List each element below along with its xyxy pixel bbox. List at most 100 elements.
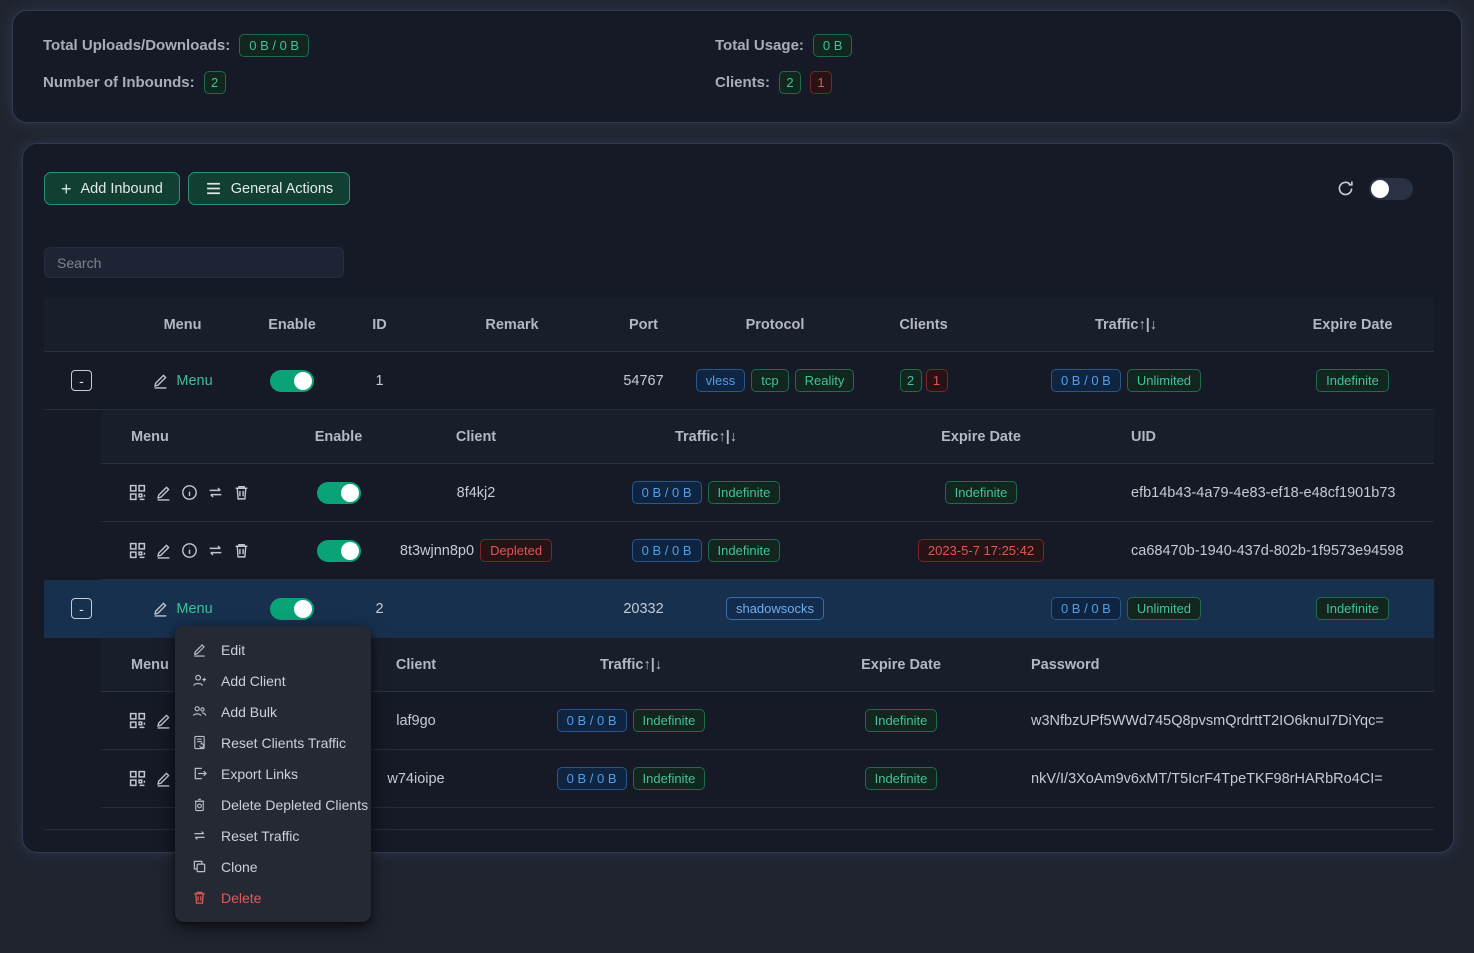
info-icon[interactable] [181, 542, 198, 559]
col-expand [44, 298, 119, 351]
inbound-port: 54767 [603, 352, 684, 409]
inbound-expire-badge: Indefinite [1316, 369, 1389, 392]
col-header-client-expire: Expire Date [846, 410, 1116, 463]
inbounds-page: Total Uploads/Downloads: 0 B / 0 B Numbe… [0, 0, 1474, 953]
inbounds-count-badge: 2 [204, 71, 226, 94]
qr-code-icon[interactable] [129, 542, 146, 559]
client-traffic-limit-badge: Indefinite [633, 767, 706, 790]
qr-code-icon[interactable] [129, 770, 146, 787]
clients-label: Clients: [715, 74, 770, 91]
client-depleted-badge: Depleted [480, 539, 552, 562]
menu-item-add-client[interactable]: Add Client [175, 665, 371, 696]
trash-icon[interactable] [233, 542, 250, 559]
client-row: 8f4kj2 0 B / 0 B Indefinite Indefinite e… [101, 464, 1434, 522]
reset-traffic-icon[interactable] [207, 542, 224, 559]
inbound-enable-toggle[interactable] [270, 370, 314, 392]
export-icon [192, 766, 207, 781]
menu-item-add-bulk[interactable]: Add Bulk [175, 696, 371, 727]
client-expire-badge: Indefinite [865, 709, 938, 732]
menu-item-delete[interactable]: Delete [175, 882, 371, 913]
client-name: 8f4kj2 [386, 464, 566, 521]
stat-total-uploads-downloads: Total Uploads/Downloads: 0 B / 0 B [43, 32, 309, 58]
filter-toggle[interactable] [1369, 178, 1413, 200]
col-header-client-name: Client [386, 410, 566, 463]
edit-pencil-icon [192, 642, 207, 657]
search-input[interactable] [44, 247, 344, 278]
info-icon[interactable] [181, 484, 198, 501]
reset-traffic-icon[interactable] [207, 484, 224, 501]
inbounds-table-header: Menu Enable ID Remark Port Protocol Clie… [44, 298, 1434, 352]
stats-column-left: Total Uploads/Downloads: 0 B / 0 B Numbe… [43, 11, 309, 95]
inbound-menu-label: Menu [176, 601, 212, 617]
inbound-traffic-limit-badge: Unlimited [1127, 369, 1201, 392]
file-reset-icon [192, 735, 207, 750]
menu-item-label: Edit [221, 642, 245, 658]
clients-depleted-badge: 1 [810, 71, 832, 94]
edit-pencil-icon[interactable] [155, 712, 172, 729]
edit-pencil-icon[interactable] [155, 542, 172, 559]
inbound-context-menu: Edit Add Client Add Bulk Reset Clients T… [175, 626, 371, 922]
client-uid: efb14b43-4a79-4e83-ef18-e48cf1901b73 [1116, 464, 1434, 521]
client-name: laf9go [356, 692, 476, 749]
client-table-header: Menu Enable Client Traffic↑|↓ Expire Dat… [101, 410, 1434, 464]
menu-item-label: Reset Traffic [221, 828, 299, 844]
client-expire-badge: Indefinite [865, 767, 938, 790]
menu-item-export-links[interactable]: Export Links [175, 758, 371, 789]
client-traffic-limit-badge: Indefinite [633, 709, 706, 732]
inbound-menu-button[interactable]: Menu [152, 372, 212, 389]
client-uid: ca68470b-1940-437d-802b-1f9573e94598 [1116, 522, 1434, 579]
col-header-client-menu: Menu [101, 410, 291, 463]
menu-item-label: Export Links [221, 766, 298, 782]
inbound-remark [421, 580, 603, 637]
collapse-row-button[interactable]: - [71, 370, 92, 391]
users-plus-icon [192, 704, 207, 719]
menu-item-label: Delete Depleted Clients [221, 797, 368, 813]
general-actions-button[interactable]: General Actions [188, 172, 350, 205]
edit-pencil-icon [152, 372, 169, 389]
inbound-clients-empty [866, 580, 981, 637]
protocol-badge-reality: Reality [795, 369, 855, 392]
client-enable-toggle[interactable] [317, 540, 361, 562]
col-header-expire-date: Expire Date [1271, 298, 1434, 351]
client-name: w74ioipe [356, 750, 476, 807]
menu-item-edit[interactable]: Edit [175, 634, 371, 665]
edit-pencil-icon[interactable] [155, 770, 172, 787]
add-inbound-button[interactable]: + Add Inbound [44, 172, 180, 205]
toolbar: + Add Inbound General Actions [44, 172, 1413, 205]
usage-label: Total Usage: [715, 37, 804, 54]
menu-item-reset-traffic[interactable]: Reset Traffic [175, 820, 371, 851]
edit-pencil-icon[interactable] [155, 484, 172, 501]
trash-icon[interactable] [233, 484, 250, 501]
client-expire-badge: Indefinite [945, 481, 1018, 504]
col-header-client-traffic[interactable]: Traffic↑|↓ [476, 638, 786, 691]
menu-item-reset-clients-traffic[interactable]: Reset Clients Traffic [175, 727, 371, 758]
inbound-menu-button[interactable]: Menu [152, 600, 212, 617]
inbound-remark [421, 352, 603, 409]
qr-code-icon[interactable] [129, 484, 146, 501]
client-enable-toggle[interactable] [317, 482, 361, 504]
col-header-id: ID [338, 298, 421, 351]
client-expire-badge: 2023-5-7 17:25:42 [918, 539, 1044, 562]
trash-icon [192, 890, 207, 905]
inbound-enable-toggle[interactable] [270, 598, 314, 620]
col-header-client-traffic[interactable]: Traffic↑|↓ [566, 410, 846, 463]
search-wrap [44, 247, 1453, 278]
col-header-client-enable: Enable [291, 410, 386, 463]
col-header-traffic-sort[interactable]: Traffic↑|↓ [981, 298, 1271, 351]
client-password: w3NfbzUPf5WWd745Q8pvsmQrdrttT2IO6knuI7Di… [1016, 692, 1434, 749]
inbound-row-1: - Menu 1 54767 vless tcp Reality [44, 352, 1434, 410]
client-row: 8t3wjnn8p0 Depleted 0 B / 0 B Indefinite… [101, 522, 1434, 580]
client-name: 8t3wjnn8p0 [400, 543, 474, 559]
menu-item-clone[interactable]: Clone [175, 851, 371, 882]
col-header-remark: Remark [421, 298, 603, 351]
add-inbound-label: Add Inbound [81, 181, 163, 197]
refresh-icon[interactable] [1336, 179, 1355, 198]
inbound-port: 20332 [603, 580, 684, 637]
stat-clients: Clients: 2 1 [715, 69, 852, 95]
menu-item-label: Add Client [221, 673, 286, 689]
collapse-row-button[interactable]: - [71, 598, 92, 619]
qr-code-icon[interactable] [129, 712, 146, 729]
menu-item-delete-depleted-clients[interactable]: Delete Depleted Clients [175, 789, 371, 820]
inbound-expire-badge: Indefinite [1316, 597, 1389, 620]
stat-total-usage: Total Usage: 0 B [715, 32, 852, 58]
